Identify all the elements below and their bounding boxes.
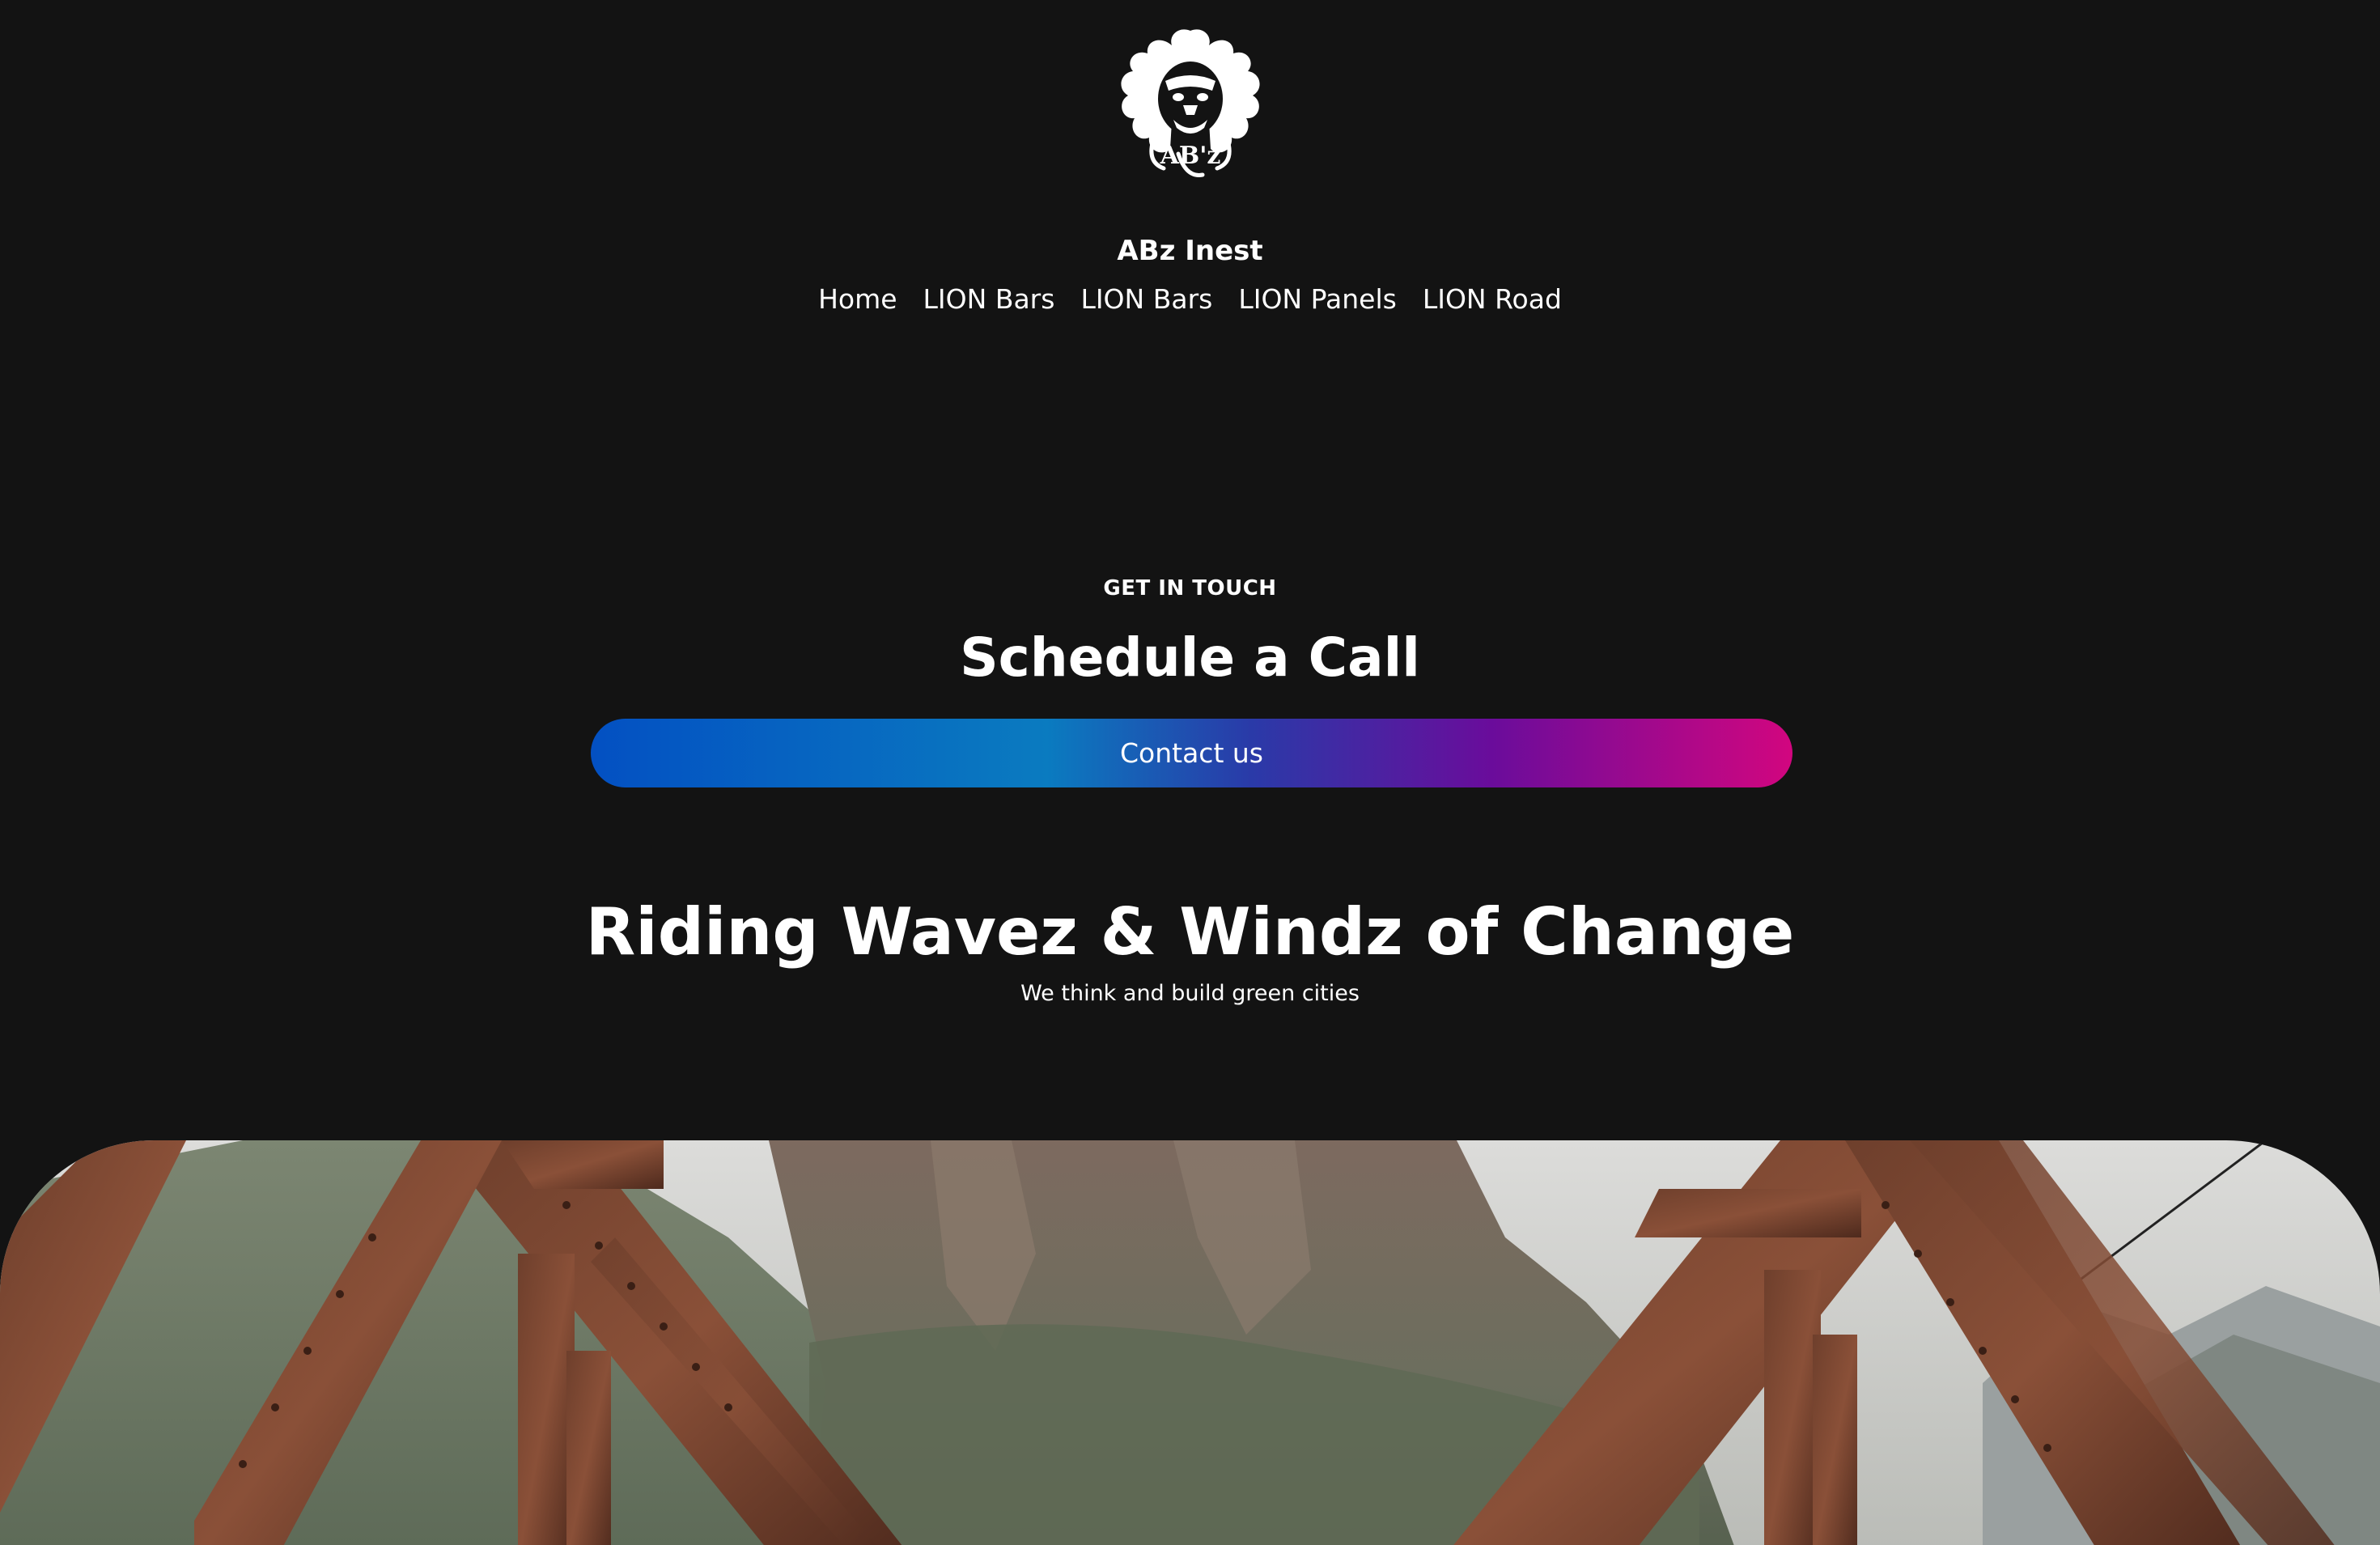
nav-link-lion-bars-2[interactable]: LION Bars [1080, 277, 1212, 322]
bridge-photo-icon [0, 1140, 2380, 1545]
main-nav: Home LION Bars LION Bars LION Panels LIO… [0, 277, 2380, 322]
logo-text: AB'z [1160, 142, 1221, 170]
hero-subheading: We think and build green cities [1020, 981, 1360, 1006]
contact-eyebrow: GET IN TOUCH [1103, 576, 1277, 601]
page: AB'z ABz Inest Home LION Bars LION Bars … [0, 0, 2380, 1545]
contact-us-button[interactable]: Contact us [591, 719, 1792, 787]
nav-link-home[interactable]: Home [818, 277, 897, 322]
nav-link-lion-panels[interactable]: LION Panels [1238, 277, 1397, 322]
lion-logo-icon[interactable]: AB'z [1114, 24, 1267, 182]
nav-link-lion-bars[interactable]: LION Bars [923, 277, 1055, 322]
hero-heading: Riding Wavez & Windz of Change [585, 894, 1795, 970]
site-title[interactable]: ABz Inest [0, 231, 2380, 271]
nav-link-lion-road[interactable]: LION Road [1423, 277, 1562, 322]
contact-heading: Schedule a Call [960, 626, 1420, 689]
